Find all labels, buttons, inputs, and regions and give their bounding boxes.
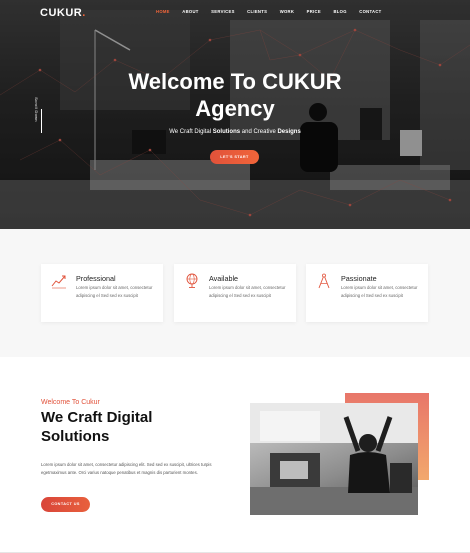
nav-item-services[interactable]: SERVICES — [211, 9, 235, 14]
nav-item-blog[interactable]: BLOG — [333, 9, 346, 14]
nav-item-price[interactable]: PRICE — [307, 9, 321, 14]
hero-title: Welcome To CUKUR — [0, 69, 470, 94]
compass-icon — [318, 273, 330, 289]
about-kicker: Welcome To Cukur — [41, 399, 100, 406]
feature-title: Available — [209, 274, 239, 283]
features-section: Professional Lorem ipsum dolor sit amet,… — [0, 229, 470, 357]
feature-text: Lorem ipsum dolor sit amet, consectetur … — [209, 285, 286, 298]
main-nav: HOME ABOUT SERVICES CLIENTS WORK PRICE B… — [156, 9, 394, 14]
lets-start-button[interactable]: LET'S START — [210, 150, 259, 164]
contact-us-button[interactable]: CONTACT US — [41, 497, 90, 512]
feature-card-passionate: Passionate Lorem ipsum dolor sit amet, c… — [306, 264, 428, 322]
nav-item-clients[interactable]: CLIENTS — [247, 9, 267, 14]
brand-dot: . — [82, 7, 86, 19]
feature-text: Lorem ipsum dolor sit amet, consectetur … — [76, 285, 153, 298]
about-photo-image — [250, 403, 418, 515]
about-text: Lorem ipsum dolor sit amet, consectetur … — [41, 462, 212, 475]
nav-item-home[interactable]: HOME — [156, 9, 170, 14]
hero-subtitle-part1: We Craft Digital — [169, 129, 213, 135]
about-photo — [250, 403, 418, 515]
hero-subtitle-part2: Solutions — [212, 129, 241, 135]
about-title: We Craft Digital Solutions — [41, 408, 211, 446]
hero-subtitle: We Craft Digital Solutions and Creative … — [0, 129, 470, 135]
feature-card-available: Available Lorem ipsum dolor sit amet, co… — [174, 264, 296, 322]
brand-name: CUKUR — [40, 7, 83, 19]
hero-section: CUKUR. HOME ABOUT SERVICES CLIENTS WORK … — [0, 0, 470, 229]
nav-item-about[interactable]: ABOUT — [182, 9, 198, 14]
feature-text: Lorem ipsum dolor sit amet, consectetur … — [341, 285, 418, 298]
hero-title-line2: Agency — [195, 96, 275, 121]
globe-icon — [186, 273, 198, 288]
hero-subtitle-part4: Designs — [277, 129, 301, 135]
feature-title: Professional — [76, 274, 116, 283]
hero-subtitle-part3: and Creative — [240, 129, 278, 135]
feature-card-professional: Professional Lorem ipsum dolor sit amet,… — [41, 264, 163, 322]
brand-logo[interactable]: CUKUR. — [40, 7, 86, 19]
nav-item-work[interactable]: WORK — [280, 9, 294, 14]
hero-title-brand: CUKUR — [262, 69, 342, 94]
nav-item-contact[interactable]: CONTACT — [359, 9, 381, 14]
about-section: Welcome To Cukur We Craft Digital Soluti… — [0, 357, 470, 553]
chart-line-icon — [51, 275, 66, 289]
feature-title: Passionate — [341, 274, 377, 283]
about-title-line1: We Craft Digital — [41, 409, 153, 426]
hero-title-prefix: Welcome To — [128, 69, 263, 94]
about-title-line2: Solutions — [41, 428, 110, 445]
